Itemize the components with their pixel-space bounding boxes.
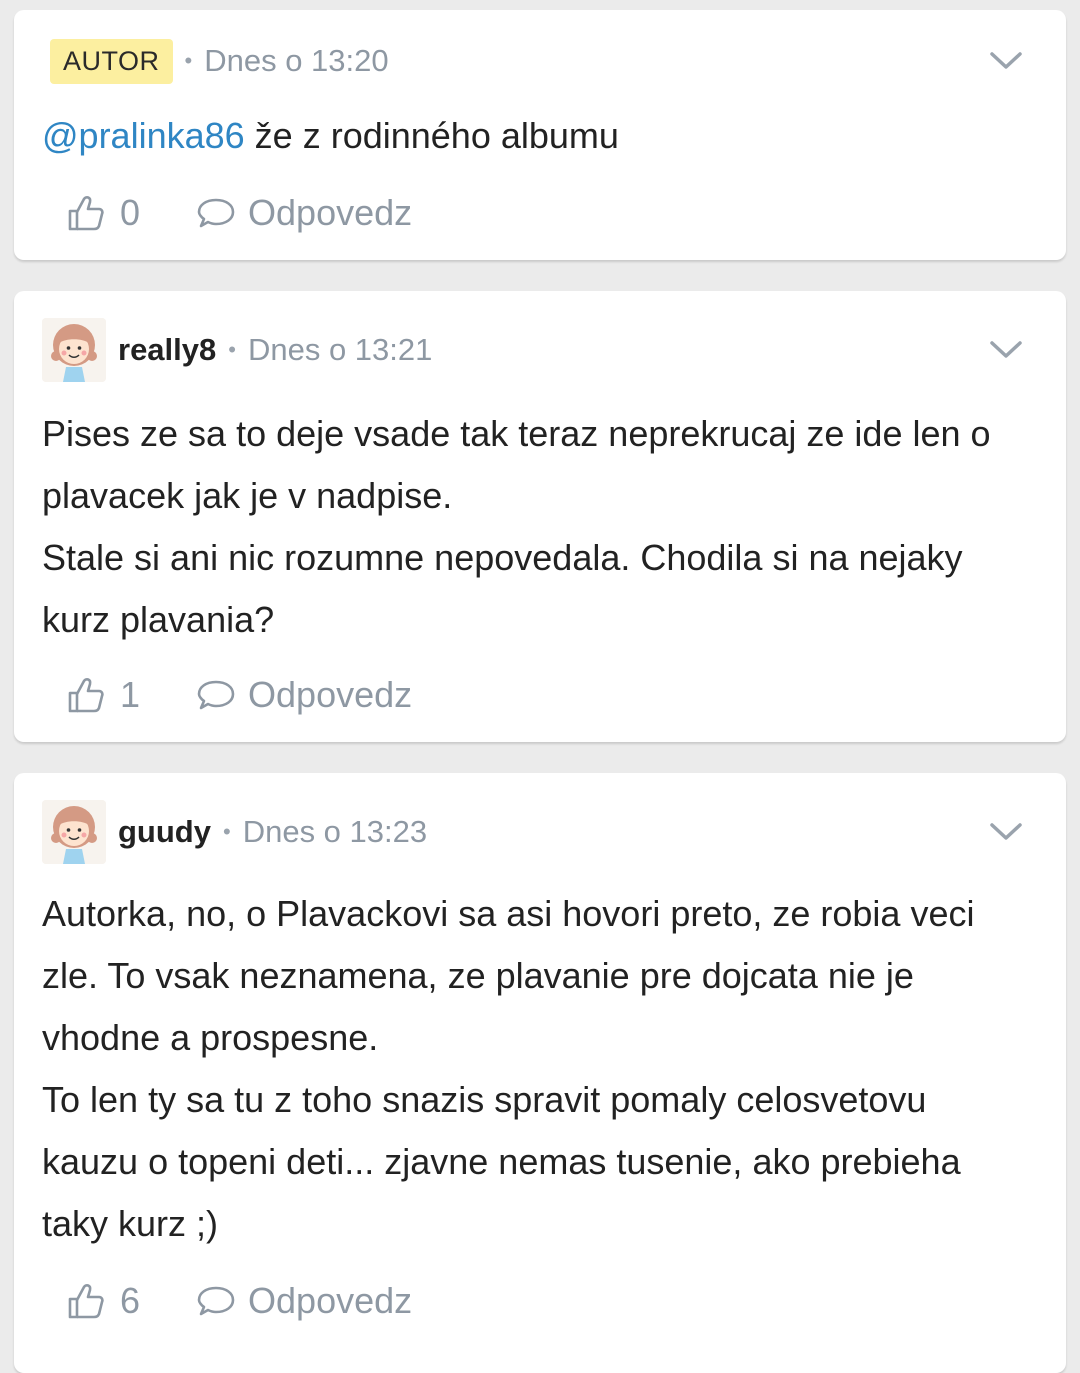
reply-label: Odpovedz [248, 1280, 413, 1321]
comment-actions: 1 Odpovedz [66, 671, 412, 719]
reply-label: Odpovedz [248, 192, 413, 233]
comment-paragraph: Pises ze sa to deje vsade tak teraz nepr… [42, 413, 991, 516]
comment-time: Dnes o 13:20 [204, 43, 389, 78]
comment-time: Dnes o 13:21 [247, 332, 433, 367]
comment-body: @pralinka86 že z rodinného albumu [42, 105, 1026, 167]
reply-button[interactable]: Odpovedz [196, 192, 412, 234]
like-count: 6 [120, 1280, 141, 1321]
chevron-down-icon[interactable] [986, 332, 1026, 368]
chevron-down-icon[interactable] [986, 814, 1026, 850]
speech-bubble-icon [197, 1286, 235, 1316]
like-button[interactable]: 6 [66, 1280, 140, 1322]
comment-actions: 0 Odpovedz [66, 189, 412, 237]
comment-header: guudy • Dnes o 13:23 [42, 800, 1026, 864]
meta-separator: • [228, 337, 236, 362]
comment-paragraph: Autorka, no, o Plavackovi sa asi hovori … [42, 893, 975, 1058]
comment-card: AUTOR • Dnes o 13:20 @pralinka86 že z ro… [14, 10, 1066, 260]
comment-header: really8 • Dnes o 13:21 [42, 318, 1026, 382]
like-button[interactable]: 0 [66, 192, 140, 234]
author-badge: AUTOR [50, 38, 173, 84]
meta-separator: • [184, 48, 193, 73]
comment-time: Dnes o 13:23 [242, 814, 428, 849]
user-mention-link[interactable]: @pralinka86 [42, 115, 245, 156]
reply-label: Odpovedz [248, 674, 413, 715]
comment-paragraph: Stale si ani nic rozumne nepovedala. Cho… [42, 537, 963, 640]
thumbs-up-icon [68, 1284, 104, 1319]
reply-button[interactable]: Odpovedz [196, 674, 412, 716]
comment-text-content: že z rodinného albumu [244, 115, 619, 156]
comment-paragraph: To len ty sa tu z toho snazis spravit po… [42, 1079, 961, 1244]
meta-separator: • [223, 819, 231, 844]
speech-bubble-icon [197, 198, 235, 228]
thumbs-up-icon [68, 678, 104, 713]
like-button[interactable]: 1 [66, 674, 140, 716]
comment-text: @pralinka86 že z rodinného albumu [42, 105, 1026, 167]
username[interactable]: guudy [118, 814, 211, 850]
speech-bubble-icon [197, 680, 235, 710]
thumbs-up-icon [68, 196, 104, 231]
chevron-down-icon[interactable] [986, 43, 1026, 79]
avatar[interactable] [42, 318, 106, 382]
avatar-image [42, 800, 106, 864]
like-count: 0 [120, 192, 141, 233]
comment-header: AUTOR • Dnes o 13:20 [42, 29, 1026, 93]
like-count: 1 [120, 674, 141, 715]
comment-card: really8 • Dnes o 13:21 Pises ze sa to de… [14, 291, 1066, 742]
avatar-image [42, 318, 106, 382]
comment-body: Autorka, no, o Plavackovi sa asi hovori … [42, 883, 1026, 1255]
username[interactable]: really8 [118, 332, 216, 368]
comment-body: Pises ze sa to deje vsade tak teraz nepr… [42, 403, 1026, 651]
reply-button[interactable]: Odpovedz [196, 1280, 412, 1322]
comment-actions: 6 Odpovedz [66, 1277, 412, 1325]
comment-card: guudy • Dnes o 13:23 Autorka, no, o Plav… [14, 773, 1066, 1373]
avatar[interactable] [42, 800, 106, 864]
